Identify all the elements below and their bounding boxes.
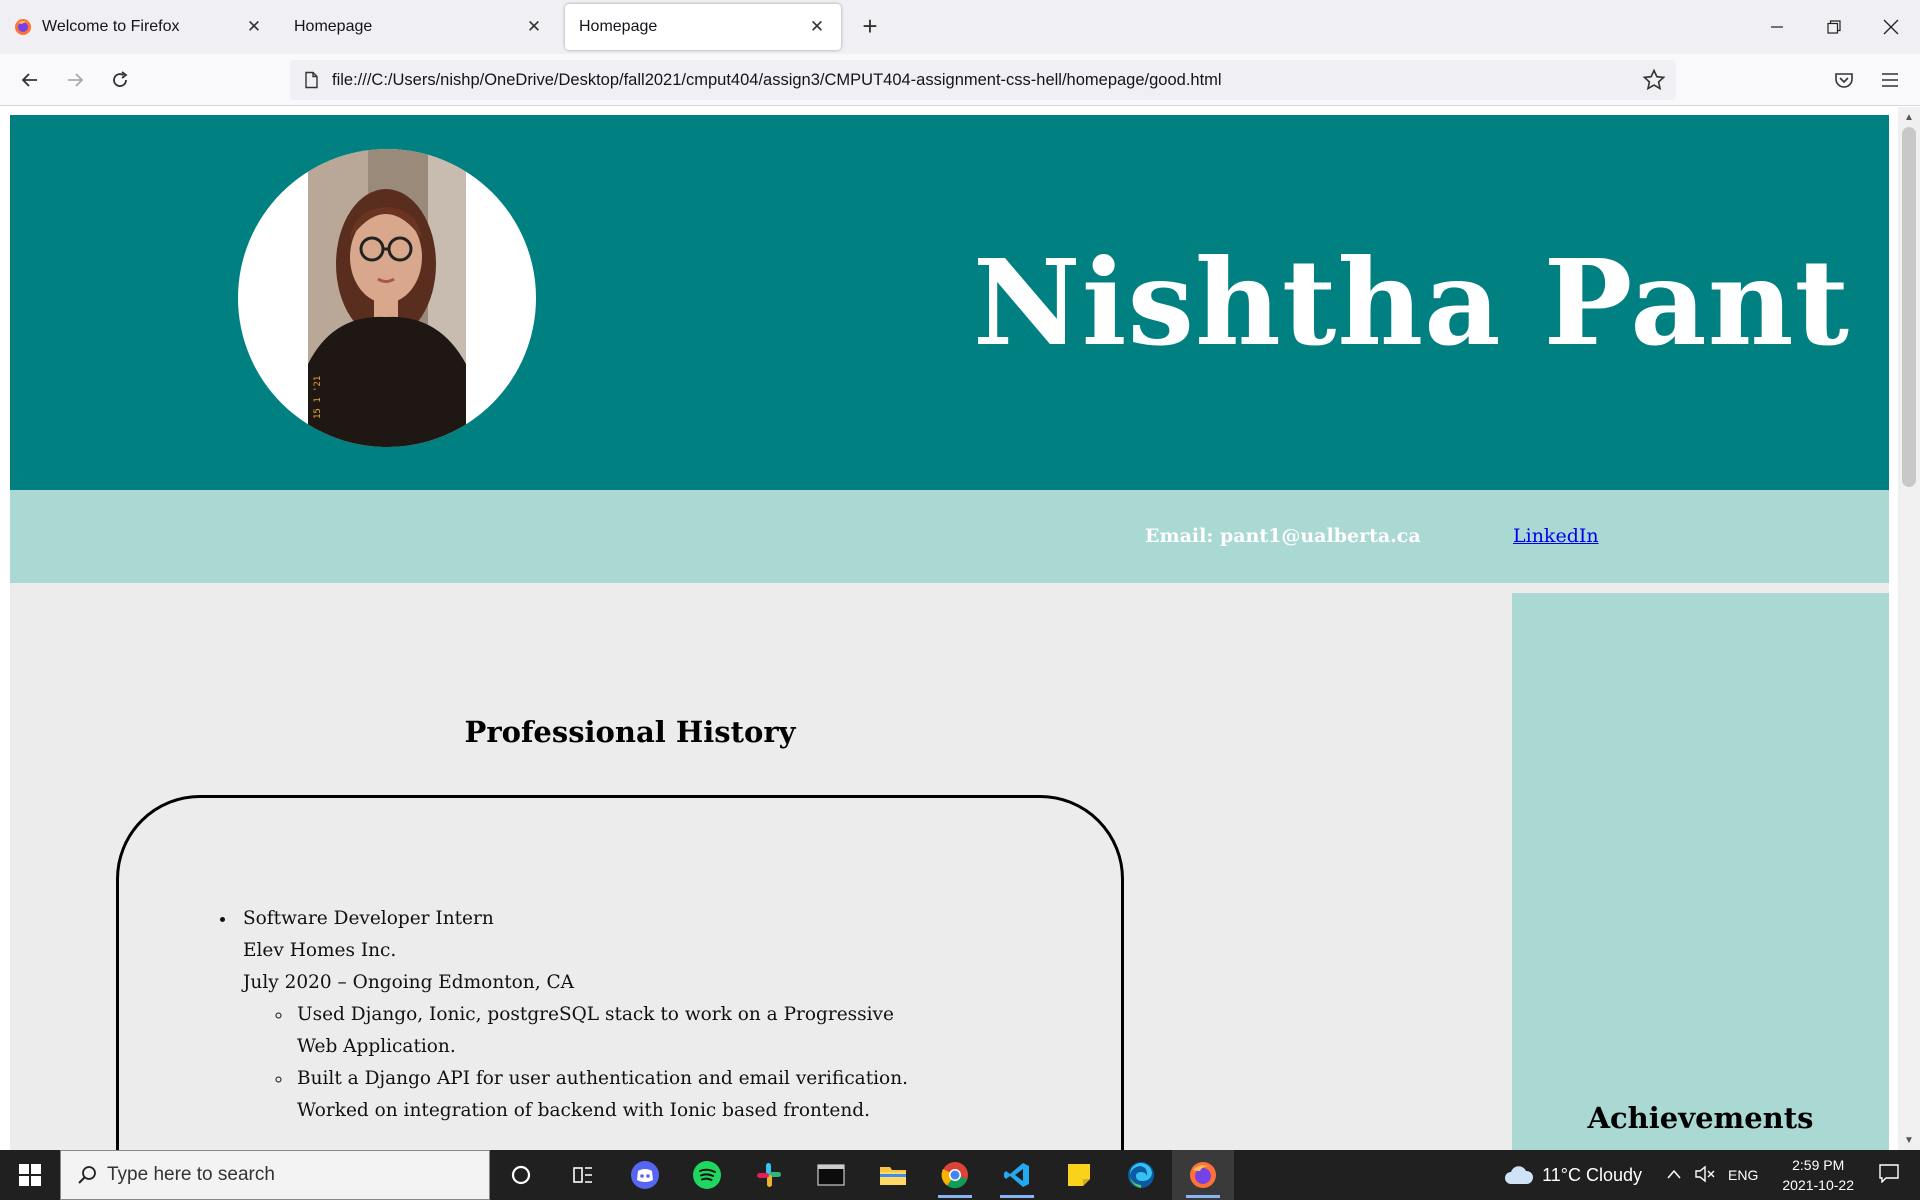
profile-photo: 15 1 '21	[238, 149, 536, 447]
linkedin-link[interactable]: LinkedIn	[1513, 525, 1599, 547]
file-explorer-icon[interactable]	[862, 1150, 924, 1200]
page-icon	[305, 71, 318, 89]
photo-date-stamp: 15 1 '21	[313, 376, 323, 419]
tab-homepage[interactable]: Homepage ✕	[280, 4, 558, 50]
task-view-icon[interactable]	[552, 1150, 614, 1200]
chevron-up-icon[interactable]	[1666, 1167, 1682, 1183]
tab-strip: Welcome to Firefox ✕ Homepage ✕ Homepage…	[0, 0, 1920, 54]
spotify-icon[interactable]	[676, 1150, 738, 1200]
scroll-up-icon[interactable]: ▲	[1902, 110, 1916, 124]
discord-icon[interactable]	[614, 1150, 676, 1200]
scroll-down-icon[interactable]: ▼	[1902, 1133, 1916, 1147]
terminal-icon[interactable]	[800, 1150, 862, 1200]
page-title-name: Nishtha Pant	[972, 233, 1850, 372]
reload-icon[interactable]	[102, 62, 138, 98]
tab-welcome-to-firefox[interactable]: Welcome to Firefox ✕	[0, 4, 278, 50]
hamburger-menu-icon[interactable]	[1872, 62, 1908, 98]
url-bar[interactable]: file:///C:/Users/nishp/OneDrive/Desktop/…	[290, 60, 1676, 100]
email-text: Email: pant1@ualberta.ca	[1145, 525, 1421, 547]
contact-bar: Email: pant1@ualberta.ca LinkedIn	[10, 490, 1889, 583]
cortana-icon[interactable]	[490, 1150, 552, 1200]
firefox-favicon-icon	[15, 19, 31, 35]
clock-date: 2021-10-22	[1782, 1177, 1854, 1193]
volume-muted-icon[interactable]	[1694, 1165, 1716, 1186]
job-bullet: Built a Django API for user authenticati…	[293, 1063, 937, 1127]
job-bullets: Used Django, Ionic, postgreSQL stack to …	[293, 999, 937, 1127]
close-tab-icon[interactable]: ✕	[807, 17, 827, 37]
restore-icon[interactable]	[1806, 0, 1862, 54]
windows-start-icon[interactable]	[0, 1150, 60, 1200]
search-placeholder: Type here to search	[107, 1164, 275, 1185]
pocket-icon[interactable]	[1826, 62, 1862, 98]
header-banner: 15 1 '21 Nishtha Pant	[10, 115, 1889, 490]
language-indicator[interactable]: ENG	[1728, 1167, 1758, 1183]
professional-history-heading: Professional History	[464, 715, 796, 749]
notification-center-icon[interactable]	[1878, 1163, 1900, 1188]
clock-time: 2:59 PM	[1792, 1157, 1845, 1173]
weather-widget[interactable]: 11°C Cloudy	[1504, 1164, 1642, 1186]
job-dates: July 2020 – Ongoing Edmonton, CA	[243, 972, 574, 993]
tab-title: Homepage	[579, 18, 658, 35]
job-bullet: Used Django, Ionic, postgreSQL stack to …	[293, 999, 937, 1063]
firefox-taskbar-icon[interactable]	[1172, 1150, 1234, 1200]
taskbar-search-input[interactable]: Type here to search	[60, 1150, 490, 1200]
professional-history-box: Software Developer Intern Elev Homes Inc…	[116, 795, 1124, 1150]
chrome-icon[interactable]	[924, 1150, 986, 1200]
job-list: Software Developer Intern Elev Homes Inc…	[237, 903, 937, 1127]
job-company: Elev Homes Inc.	[243, 940, 397, 961]
tab-homepage-active[interactable]: Homepage ✕	[565, 4, 841, 50]
search-icon	[78, 1166, 96, 1184]
sidebar: Achievements	[1512, 593, 1889, 1150]
back-arrow-icon[interactable]	[12, 62, 48, 98]
vscode-icon[interactable]	[986, 1150, 1048, 1200]
new-tab-icon[interactable]: +	[855, 11, 885, 41]
page-content: 15 1 '21 Nishtha Pant Email: pant1@ualbe…	[10, 115, 1889, 1150]
system-tray: 11°C Cloudy ENG 2:59 PM 2021-10-22	[1504, 1150, 1920, 1200]
scroll-thumb[interactable]	[1902, 127, 1916, 487]
close-tab-icon[interactable]: ✕	[244, 17, 264, 37]
tab-title: Homepage	[294, 18, 373, 35]
page-viewport: 15 1 '21 Nishtha Pant Email: pant1@ualbe…	[0, 107, 1920, 1150]
minimize-icon[interactable]	[1749, 0, 1805, 54]
edge-icon[interactable]	[1110, 1150, 1172, 1200]
tab-title: Welcome to Firefox	[42, 18, 180, 35]
cloud-icon	[1505, 1166, 1534, 1184]
vertical-scrollbar[interactable]: ▲ ▼	[1898, 107, 1920, 1150]
windows-taskbar: Type here to search 11°C Cloudy ENG 2:59…	[0, 1150, 1920, 1200]
slack-icon[interactable]	[738, 1150, 800, 1200]
close-tab-icon[interactable]: ✕	[524, 17, 544, 37]
forward-arrow-icon[interactable]	[57, 62, 93, 98]
job-title: Software Developer Intern	[243, 908, 494, 929]
bookmark-star-icon[interactable]	[1642, 68, 1666, 92]
clock[interactable]: 2:59 PM 2021-10-22	[1782, 1155, 1854, 1195]
sticky-notes-icon[interactable]	[1048, 1150, 1110, 1200]
weather-text: 11°C Cloudy	[1542, 1164, 1643, 1185]
navigation-bar: file:///C:/Users/nishp/OneDrive/Desktop/…	[0, 54, 1920, 106]
job-item: Software Developer Intern Elev Homes Inc…	[237, 903, 937, 1127]
close-window-icon[interactable]	[1863, 0, 1919, 54]
url-text: file:///C:/Users/nishp/OneDrive/Desktop/…	[332, 70, 1222, 89]
achievements-heading: Achievements	[1587, 1101, 1814, 1135]
